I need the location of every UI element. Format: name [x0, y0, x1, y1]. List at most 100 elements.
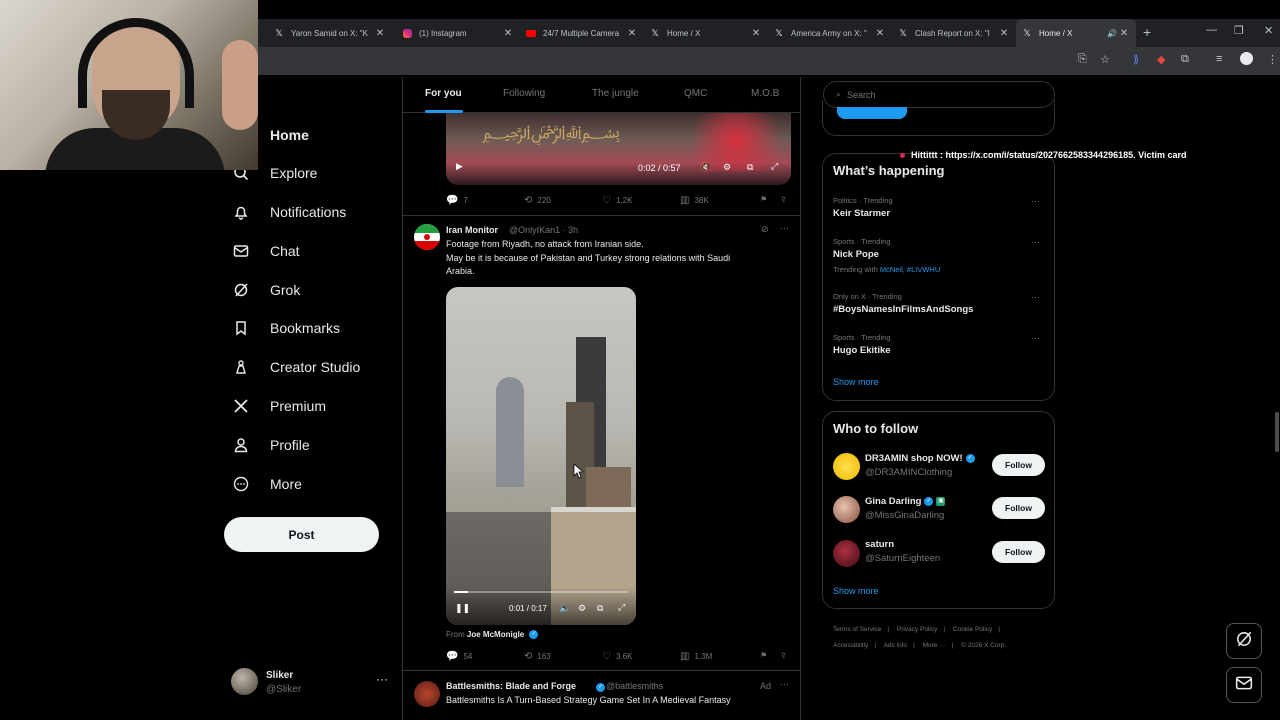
show-more-link[interactable]: Show more [833, 377, 879, 387]
share-icon[interactable]: ⇪ [780, 195, 787, 204]
scrollbar[interactable] [1275, 412, 1279, 452]
views-button[interactable]: ▥ 38K [680, 195, 709, 206]
tweet-author-handle[interactable]: @OnlyIKan1 · 3h [509, 225, 578, 235]
bookmark-icon[interactable]: ⚑ [760, 651, 767, 660]
extension-icon[interactable]: ◆ [1157, 53, 1165, 66]
more-icon[interactable]: ··· [1031, 237, 1040, 247]
play-icon[interactable]: ▶ [456, 161, 463, 172]
avatar[interactable] [833, 496, 860, 523]
share-icon[interactable]: ⇪ [780, 651, 787, 660]
browser-tab[interactable]: 𝕏 America Army on X: " ✕ [768, 19, 892, 47]
fullscreen-icon[interactable]: ⤢ [618, 602, 625, 613]
more-icon[interactable]: ··· [1031, 292, 1040, 302]
messages-floating-button[interactable] [1226, 667, 1262, 703]
views-button[interactable]: ▥ 1.3M [680, 651, 712, 662]
bookmark-icon[interactable]: ⚑ [760, 195, 767, 204]
user-name[interactable]: Gina Darling ✓ ▣ [865, 496, 946, 507]
repost-button[interactable]: ⟲ 220 [524, 195, 551, 206]
close-tab-icon[interactable]: ✕ [1118, 28, 1130, 39]
avatar[interactable] [833, 453, 860, 480]
avatar[interactable] [414, 224, 440, 250]
speaker-icon[interactable]: 🔊 [1106, 29, 1118, 38]
fullscreen-icon[interactable]: ⤢ [771, 161, 778, 172]
install-app-icon[interactable]: ⎘ [1078, 53, 1087, 66]
pip-icon[interactable]: ⧉ [747, 162, 753, 173]
more-icon[interactable]: ··· [1031, 196, 1040, 206]
tab-following[interactable]: Following [503, 88, 545, 99]
close-tab-icon[interactable]: ✕ [626, 28, 638, 39]
browser-tab[interactable]: (1) Instagram ✕ [396, 19, 520, 47]
avatar[interactable] [833, 540, 860, 567]
video-progress[interactable] [454, 591, 628, 593]
sidebar-item-notifications[interactable]: Notifications [224, 195, 346, 229]
follow-button[interactable]: Follow [992, 541, 1045, 563]
close-tab-icon[interactable]: ✕ [502, 28, 514, 39]
volume-icon[interactable]: 🔈 [559, 603, 570, 614]
pause-icon[interactable]: ❚❚ [455, 603, 470, 614]
repost-button[interactable]: ⟲ 163 [524, 651, 551, 662]
sidebar-item-bookmarks[interactable]: Bookmarks [224, 311, 340, 345]
trend-item[interactable]: #BoysNamesInFilmsAndSongs [833, 304, 973, 315]
settings-icon[interactable]: ⚙ [578, 603, 586, 614]
browser-tab[interactable]: 𝕏 Clash Report on X: "I ✕ [892, 19, 1016, 47]
browser-tab[interactable]: 24/7 Multiple Camera ✕ [520, 19, 644, 47]
profile-avatar-icon[interactable] [1240, 52, 1253, 65]
browser-tab[interactable]: 𝕏 Yaron Samid on X: "K ✕ [268, 19, 392, 47]
sidebar-item-premium[interactable]: Premium [224, 389, 326, 423]
tab-for-you[interactable]: For you [425, 88, 462, 99]
account-switcher[interactable]: Sliker @Sliker ··· [231, 668, 391, 700]
tab-mob[interactable]: M.O.B [751, 88, 779, 99]
media-control-icon[interactable]: ≡ [1216, 53, 1222, 65]
more-icon[interactable]: ··· [376, 672, 388, 686]
more-icon[interactable]: ··· [780, 223, 789, 233]
tab-the-jungle[interactable]: The jungle [592, 88, 639, 99]
avatar[interactable] [414, 681, 440, 707]
reply-button[interactable]: 💬 54 [446, 651, 472, 662]
pip-icon[interactable]: ⧉ [597, 603, 603, 614]
close-tab-icon[interactable]: ✕ [874, 28, 886, 39]
extensions-puzzle-icon[interactable]: ⧉ [1181, 53, 1189, 66]
minimize-icon[interactable]: — [1206, 24, 1217, 36]
source-account[interactable]: Joe McMonigle [467, 630, 524, 639]
grok-icon[interactable]: ⊘ [761, 224, 769, 235]
new-tab-icon[interactable]: + [1143, 24, 1151, 40]
sidebar-item-more[interactable]: More [224, 467, 302, 501]
star-icon[interactable]: ☆ [1100, 53, 1110, 66]
trend-item[interactable]: Keir Starmer [833, 208, 890, 219]
sidebar-item-chat[interactable]: Chat [224, 234, 300, 268]
video-player[interactable]: ﷽ ▶ 0:02 / 0:57 🔇 ⚙ ⧉ ⤢ [446, 111, 791, 185]
sidebar-item-grok[interactable]: Grok [224, 273, 300, 307]
browser-tab[interactable]: 𝕏 Home / X ✕ [644, 19, 768, 47]
tweet-author-name[interactable]: Battlesmiths: Blade and Forge [446, 681, 576, 691]
grok-floating-button[interactable] [1226, 623, 1262, 659]
sidebar-item-profile[interactable]: Profile [224, 428, 310, 462]
close-window-icon[interactable]: ✕ [1264, 24, 1273, 37]
like-button[interactable]: ♡ 1.2K [602, 195, 632, 206]
post-button[interactable]: Post [224, 517, 379, 552]
restore-icon[interactable]: ❐ [1234, 24, 1244, 37]
close-tab-icon[interactable]: ✕ [998, 28, 1010, 39]
trend-item[interactable]: Nick Pope [833, 249, 879, 260]
close-tab-icon[interactable]: ✕ [374, 28, 386, 39]
extension-icon[interactable]: ⟫ [1133, 53, 1139, 66]
follow-button[interactable]: Follow [992, 454, 1045, 476]
like-button[interactable]: ♡ 3.6K [602, 651, 632, 662]
sidebar-item-creator-studio[interactable]: Creator Studio [224, 350, 360, 384]
tweet-author-name[interactable]: Iran Monitor [446, 225, 498, 235]
trend-item[interactable]: Hugo Ekitike [833, 345, 891, 356]
close-tab-icon[interactable]: ✕ [750, 28, 762, 39]
user-name[interactable]: DR3AMIN shop NOW! ✓ [865, 453, 975, 464]
mute-icon[interactable]: 🔇 [700, 162, 711, 173]
tab-qmc[interactable]: QMC [684, 88, 707, 99]
tweet-author-handle[interactable]: @battlesmiths [606, 681, 663, 691]
reply-button[interactable]: 💬 7 [446, 195, 468, 206]
user-name[interactable]: saturn [865, 539, 894, 550]
follow-button[interactable]: Follow [992, 497, 1045, 519]
more-icon[interactable]: ··· [780, 679, 789, 689]
settings-icon[interactable]: ⚙ [723, 162, 731, 173]
browser-tab-active[interactable]: 𝕏 Home / X 🔊 ✕ [1016, 19, 1136, 47]
video-player[interactable]: ❚❚ 0:01 / 0:17 🔈 ⚙ ⧉ ⤢ [446, 287, 636, 625]
show-more-link[interactable]: Show more [833, 586, 879, 596]
subscribe-button[interactable] [837, 107, 907, 119]
browser-menu-icon[interactable]: ⋮ [1267, 53, 1278, 66]
